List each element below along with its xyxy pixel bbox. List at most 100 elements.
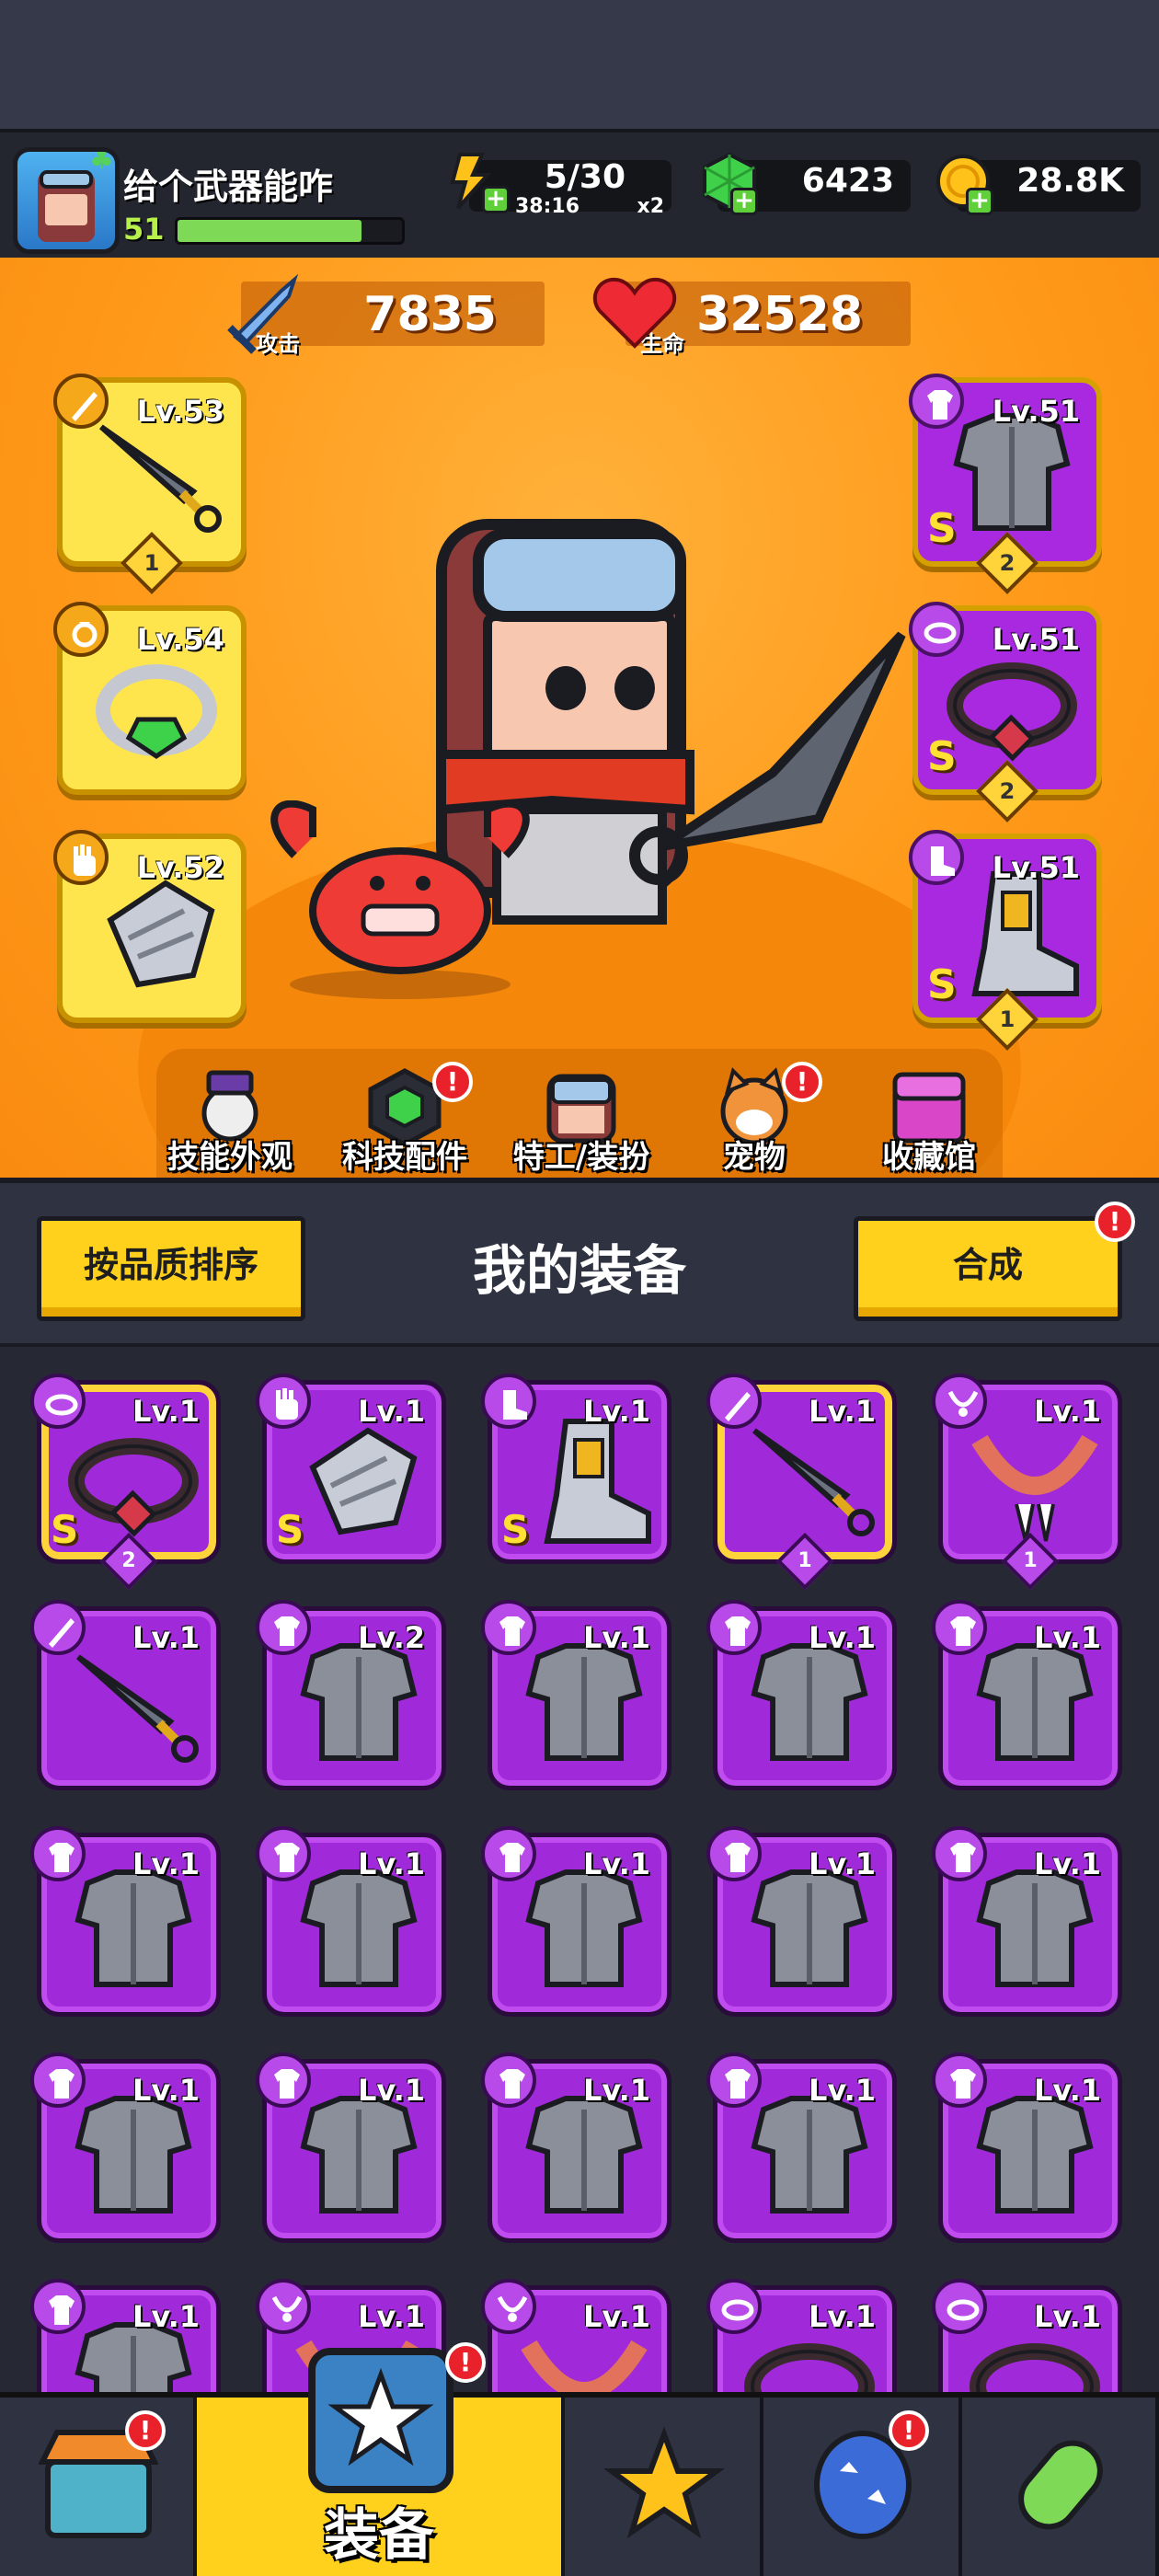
belt-slot-icon [932,2279,987,2334]
armor-slot-icon [932,1600,987,1655]
item-level: Lv.1 [132,1394,200,1429]
equipped-level: Lv.51 [992,394,1080,429]
inventory-item-armor[interactable]: Lv.1 [932,1826,1122,2017]
belt-item-icon [60,1412,207,1550]
evolve-capsule-icon [1001,2425,1120,2548]
inventory-item-armor[interactable]: Lv.2 [256,1600,446,1790]
item-level: Lv.1 [808,1620,876,1655]
feature-label[interactable]: 技能外观 [143,1132,317,1177]
merge-count: 2 [999,550,1016,576]
gem-plus-icon[interactable]: + [730,188,758,215]
equipped-slot-boots[interactable]: Lv.51 S 1 [909,830,1102,1051]
nav-tab-evolve-capsule[interactable] [962,2398,1159,2576]
inventory-item-weapon[interactable]: Lv.1 1 [706,1374,897,1591]
equipped-level: Lv.54 [136,622,224,657]
armor-item-icon [511,2091,658,2229]
armor-slot-icon [256,1826,311,1881]
nav-tab-battle-star[interactable] [565,2398,763,2576]
armor-item-icon [961,1639,1108,1777]
sword-icon [227,273,299,354]
item-level: Lv.1 [1033,1620,1101,1655]
armor-slot-icon [481,1600,536,1655]
inventory-item-armor[interactable]: Lv.1 [256,2053,446,2243]
inventory-item-necklace[interactable]: Lv.1 1 [932,1374,1122,1591]
feature-label[interactable]: 收藏馆 [842,1132,1016,1177]
inventory-header: 按品质排序 我的装备 合成 ! [0,1178,1159,1343]
belt-slot-icon [706,2279,762,2334]
coin-plus-icon[interactable]: + [966,188,993,215]
inventory-item-belt[interactable]: Lv.1 S 2 [30,1374,221,1591]
energy-timer: 38:16 [515,195,580,218]
inventory-item-armor[interactable]: Lv.1 [932,2053,1122,2243]
equipped-slot-ring[interactable]: Lv.54 [53,602,247,795]
item-level: Lv.2 [357,1620,425,1655]
inventory-item-armor[interactable]: Lv.1 [706,2053,897,2243]
weapon-item-icon [736,1412,883,1550]
inventory-item-armor[interactable]: Lv.1 [30,2053,221,2243]
inventory-item-armor[interactable]: Lv.1 [481,1826,671,2017]
equipped-level: Lv.52 [136,850,224,885]
inventory-item-glove[interactable]: Lv.1 S [256,1374,446,1564]
necklace-item-icon [961,1412,1108,1550]
necklace-slot-icon [256,2279,311,2334]
armor-item-icon [961,2091,1108,2229]
armor-slot-icon [909,374,964,429]
item-level: Lv.1 [582,1620,650,1655]
inventory-item-armor[interactable]: Lv.1 [30,1826,221,2017]
sort-by-quality-button[interactable]: 按品质排序 [37,1216,305,1321]
equipped-slot-glove[interactable]: Lv.52 [53,830,247,1023]
item-level: Lv.1 [808,2073,876,2108]
equipped-slot-weapon[interactable]: Lv.53 1 [53,374,247,594]
energy-plus-icon[interactable]: + [482,186,510,213]
glove-slot-icon [53,830,109,885]
equipped-slot-belt[interactable]: Lv.51 S 2 [909,602,1102,822]
merge-button[interactable]: 合成 [854,1216,1122,1321]
nav-tab-egg[interactable] [763,2398,962,2576]
equipped-level: Lv.51 [992,622,1080,657]
item-level: Lv.1 [357,2073,425,2108]
inventory-item-armor[interactable]: Lv.1 [481,2053,671,2243]
inventory-item-boots[interactable]: Lv.1 S [481,1374,671,1564]
inventory-item-armor[interactable]: Lv.1 [30,2279,221,2392]
alert-icon: ! [889,2410,929,2451]
item-level: Lv.1 [1033,2299,1101,2334]
player-avatar[interactable]: ♣ [13,147,120,254]
alert-icon: ! [782,1062,822,1102]
grade-badge: S [927,505,957,552]
equipped-level: Lv.53 [136,394,224,429]
belt-slot-icon [909,602,964,657]
armor-item-icon [285,2091,432,2229]
nav-label: 装备 [324,2503,434,2568]
armor-item-icon [60,1865,207,2003]
inventory-item-armor[interactable]: Lv.1 [706,1600,897,1790]
feature-label[interactable]: 特工/装扮 [494,1132,669,1177]
equipped-slot-armor[interactable]: Lv.51 S 2 [909,374,1102,594]
item-level: Lv.1 [582,2299,650,2334]
battle-star-icon [602,2425,726,2548]
necklace-slot-icon [932,1374,987,1429]
inventory-item-armor[interactable]: Lv.1 [706,1826,897,2017]
coin-counter[interactable]: + 28.8K [936,155,1141,215]
energy-counter[interactable]: + 5/30 38:16 x2 [450,153,671,218]
nav-tab-shop[interactable] [0,2398,197,2576]
inventory-item-belt[interactable]: Lv.1 [706,2279,897,2392]
armor-slot-icon [932,2053,987,2108]
item-level: Lv.1 [582,1394,650,1429]
inventory-item-armor[interactable]: Lv.1 [932,1600,1122,1790]
xp-bar-fill [178,220,362,242]
feature-label[interactable]: 宠物 [667,1132,842,1177]
gem-counter[interactable]: + 6423 [703,152,911,215]
inventory-item-armor[interactable]: Lv.1 [481,1600,671,1790]
inventory-item-armor[interactable]: Lv.1 [256,1826,446,2017]
inventory-item-belt[interactable]: Lv.1 [932,2279,1122,2392]
weapon-slot-icon [53,374,109,429]
nav-tab-equipment[interactable]: 装备 [197,2348,565,2576]
feature-label[interactable]: 科技配件 [317,1132,492,1177]
grade-badge: S [927,961,957,1008]
item-level: Lv.1 [582,2073,650,2108]
glove-slot-icon [256,1374,311,1429]
inventory-item-necklace[interactable]: Lv.1 [481,2279,671,2392]
armor-slot-icon [706,2053,762,2108]
armor-item-icon [285,1639,432,1777]
inventory-item-weapon[interactable]: Lv.1 [30,1600,221,1790]
